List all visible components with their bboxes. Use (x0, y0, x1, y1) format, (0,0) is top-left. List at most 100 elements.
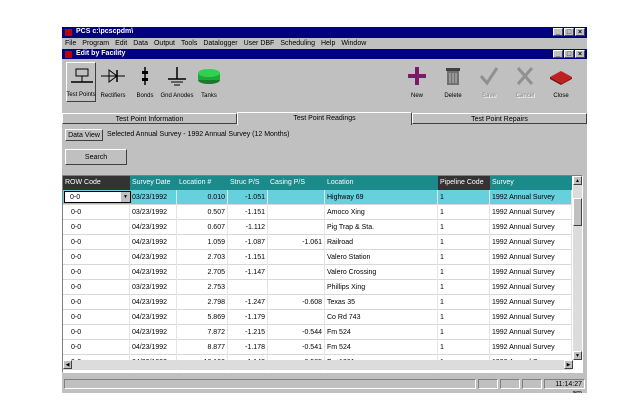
cell-survey[interactable]: 1992 Annual Survey (490, 325, 572, 340)
cell-row-code[interactable]: 0-0 (63, 205, 130, 220)
cell-location-number[interactable]: 7.872 (177, 325, 228, 340)
cell-location[interactable]: Fm 524 (325, 340, 438, 355)
menu-data[interactable]: Data (130, 38, 151, 49)
cell-pipeline-code[interactable]: 1 (438, 220, 490, 235)
search-button[interactable]: Search (65, 149, 127, 165)
table-row[interactable]: 0-0 03/23/1992 2.753 Phillips Xing 1 1992 Ann… (63, 280, 572, 295)
table-row[interactable]: 0-0 04/23/1992 1.059 -1.087 -1.061 Railroad 1 1… (63, 235, 572, 250)
cell-casing-ps[interactable]: -1.061 (268, 235, 325, 250)
gnd-anodes-button[interactable]: Gnd Anodes (160, 62, 194, 102)
rectifiers-button[interactable]: Rectifiers (98, 62, 128, 102)
column-header-location[interactable]: Location (325, 176, 438, 190)
cell-survey[interactable]: 1992 Annual Survey (490, 265, 572, 280)
cell-survey[interactable]: 1992 Annual Survey (490, 280, 572, 295)
cell-survey[interactable]: 1992 Annual Survey (490, 205, 572, 220)
vertical-scroll-thumb[interactable] (573, 198, 582, 226)
cell-location[interactable]: Highway 69 (325, 190, 438, 205)
scroll-down-icon[interactable]: ▼ (573, 351, 582, 360)
child-window-icon[interactable] (65, 51, 72, 58)
test-points-button[interactable]: Test Points (66, 62, 96, 102)
cell-row-code[interactable]: 0-0 (63, 310, 130, 325)
menu-user-dbf[interactable]: User DBF (241, 38, 278, 49)
cell-pipeline-code[interactable]: 1 (438, 235, 490, 250)
cell-location-number[interactable]: 0.607 (177, 220, 228, 235)
cell-location-number[interactable]: 5.869 (177, 310, 228, 325)
menu-edit[interactable]: Edit (112, 38, 130, 49)
cell-survey[interactable]: 1992 Annual Survey (490, 250, 572, 265)
cell-struc-ps[interactable]: -1.151 (228, 205, 268, 220)
cell-location-number[interactable]: 0.010 (177, 190, 228, 205)
cell-survey-date[interactable]: 04/23/1992 (130, 265, 177, 280)
scroll-up-icon[interactable]: ▲ (573, 176, 582, 185)
cell-location-number[interactable]: 2.753 (177, 280, 228, 295)
cell-location[interactable]: Texas 35 (325, 295, 438, 310)
cell-struc-ps[interactable]: -1.087 (228, 235, 268, 250)
cell-survey-date[interactable]: 04/23/1992 (130, 340, 177, 355)
table-row[interactable]: 0-0 04/23/1992 2.705 -1.147 Valero Crossing 1… (63, 265, 572, 280)
vertical-scrollbar[interactable]: ▲ ▼ (573, 176, 582, 360)
column-header-row-code[interactable]: ROW Code (63, 176, 130, 190)
child-close-icon[interactable]: × (575, 50, 585, 58)
cell-casing-ps[interactable] (268, 310, 325, 325)
cell-row-code[interactable]: 0-0 (63, 295, 130, 310)
cell-location[interactable]: Amoco Xing (325, 205, 438, 220)
cell-row-code[interactable]: 0-0 (63, 220, 130, 235)
cell-location-number[interactable]: 2.705 (177, 265, 228, 280)
cell-row-code[interactable]: 0-0 (63, 235, 130, 250)
menu-datalogger[interactable]: Datalogger (200, 38, 240, 49)
table-row[interactable]: 0-0 04/23/1992 2.703 -1.151 Valero Station 1 1… (63, 250, 572, 265)
table-row[interactable]: 0-0 04/23/1992 2.798 -1.247 -0.608 Texas 35 1 1… (63, 295, 572, 310)
cell-location-number[interactable]: 2.703 (177, 250, 228, 265)
table-row[interactable]: 0-0 04/23/1992 0.607 -1.112 Pig Trap & Sta. 1… (63, 220, 572, 235)
cell-casing-ps[interactable] (268, 220, 325, 235)
row-code-dropdown[interactable]: 0-0 ▼ (64, 191, 131, 203)
app-icon[interactable] (65, 29, 72, 36)
menu-file[interactable]: File (62, 38, 79, 49)
table-row[interactable]: 0-0 04/23/1992 7.872 -1.215 -0.544 Fm 524 1 199… (63, 325, 572, 340)
save-button[interactable]: Save (474, 62, 504, 102)
child-window-title-bar[interactable]: Edit by Facility _ □ × (62, 49, 587, 59)
cell-casing-ps[interactable] (268, 205, 325, 220)
bonds-button[interactable]: Bonds (130, 62, 160, 102)
tab-test-point-readings[interactable]: Test Point Readings (237, 112, 412, 125)
minimize-icon[interactable]: _ (553, 28, 563, 36)
cell-survey[interactable]: 1992 Annual Survey (490, 235, 572, 250)
cell-survey[interactable]: 1992 Annual Survey (490, 220, 572, 235)
column-header-casing-ps[interactable]: Casing P/S (268, 176, 325, 190)
cell-location[interactable]: Phillips Xing (325, 280, 438, 295)
cell-row-code[interactable]: 0-0 (63, 250, 130, 265)
cell-survey[interactable]: 1992 Annual Survey (490, 340, 572, 355)
cell-casing-ps[interactable] (268, 190, 325, 205)
cell-row-code[interactable]: 0-0 (63, 280, 130, 295)
cell-survey-date[interactable]: 03/23/1992 (130, 280, 177, 295)
cell-survey-date[interactable]: 04/23/1992 (130, 235, 177, 250)
cell-pipeline-code[interactable]: 1 (438, 325, 490, 340)
cell-pipeline-code[interactable]: 1 (438, 340, 490, 355)
cell-survey-date[interactable]: 04/23/1992 (130, 295, 177, 310)
tab-test-point-repairs[interactable]: Test Point Repairs (412, 113, 587, 124)
chevron-down-icon[interactable]: ▼ (121, 192, 130, 202)
cell-survey[interactable]: 1992 Annual Survey (490, 190, 572, 205)
data-view-button[interactable]: Data View (65, 129, 103, 141)
cell-casing-ps[interactable]: -0.608 (268, 295, 325, 310)
table-row[interactable]: 0-0 04/23/1992 8.877 -1.178 -0.541 Fm 524 1 199… (63, 340, 572, 355)
column-header-survey[interactable]: Survey (490, 176, 572, 190)
cell-pipeline-code[interactable]: 1 (438, 295, 490, 310)
maximize-icon[interactable]: □ (564, 28, 574, 36)
cell-location-number[interactable]: 2.798 (177, 295, 228, 310)
cell-row-code[interactable]: 0-0 (63, 325, 130, 340)
cell-casing-ps[interactable] (268, 250, 325, 265)
cell-location[interactable]: Pig Trap & Sta. (325, 220, 438, 235)
child-restore-icon[interactable]: □ (564, 50, 574, 58)
cell-survey-date[interactable]: 04/23/1992 (130, 310, 177, 325)
cell-location[interactable]: Fm 524 (325, 325, 438, 340)
tanks-button[interactable]: Tanks (194, 62, 224, 102)
cell-struc-ps[interactable]: -1.151 (228, 250, 268, 265)
cell-pipeline-code[interactable]: 1 (438, 190, 490, 205)
cell-pipeline-code[interactable]: 1 (438, 205, 490, 220)
column-header-struc-ps[interactable]: Struc P/S (228, 176, 268, 190)
delete-button[interactable]: Delete (438, 62, 468, 102)
cell-survey-date[interactable]: 03/23/1992 (130, 190, 177, 205)
cell-location-number[interactable]: 0.507 (177, 205, 228, 220)
menu-scheduling[interactable]: Scheduling (277, 38, 318, 49)
